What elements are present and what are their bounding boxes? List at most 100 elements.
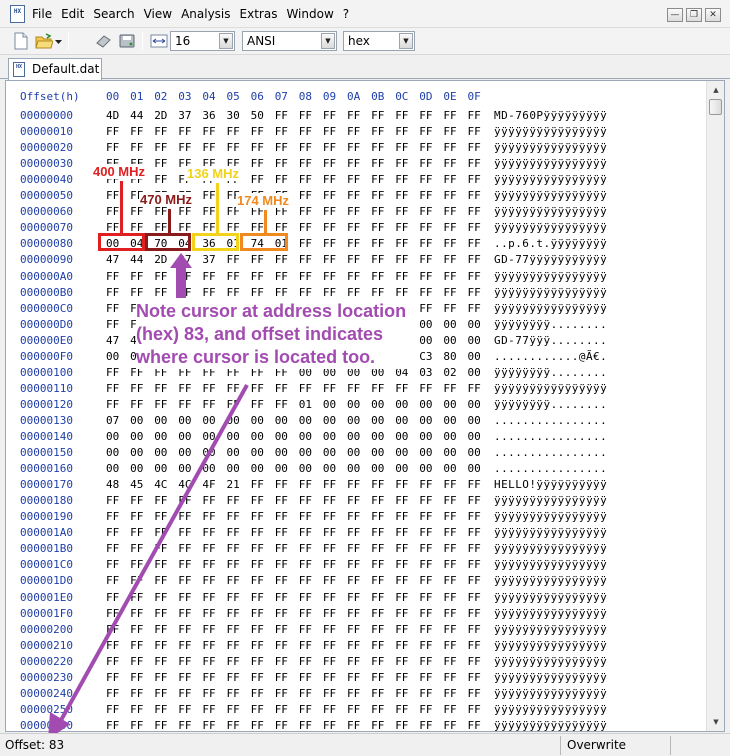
menu-edit[interactable]: Edit bbox=[61, 7, 84, 21]
hex-byte[interactable]: 00 bbox=[130, 429, 143, 445]
hex-byte[interactable]: FF bbox=[227, 204, 240, 220]
hex-byte[interactable]: FF bbox=[347, 541, 360, 557]
hex-byte[interactable]: FF bbox=[419, 252, 432, 268]
ascii-text[interactable]: ÿÿÿÿÿÿÿÿÿÿÿÿÿÿÿÿ bbox=[494, 156, 607, 172]
hex-byte[interactable]: 2D bbox=[154, 252, 167, 268]
hex-byte[interactable]: FF bbox=[275, 509, 288, 525]
hex-byte[interactable]: FF bbox=[371, 718, 384, 731]
hex-byte[interactable]: FF bbox=[154, 172, 167, 188]
ascii-text[interactable]: ÿÿÿÿÿÿÿÿÿÿÿÿÿÿÿÿ bbox=[494, 573, 607, 589]
hex-byte[interactable]: FF bbox=[106, 718, 119, 731]
hex-byte[interactable]: FF bbox=[202, 269, 215, 285]
hex-byte[interactable]: 00 bbox=[371, 429, 384, 445]
hex-row[interactable]: 000000A0 FF FF FF FF FF FF FF FF FF FF FF FF FF FF FF FF… bbox=[6, 269, 706, 285]
hex-byte[interactable]: FF bbox=[251, 140, 264, 156]
hex-row[interactable]: 000001A0 FF FF FF FF FF FF FF FF FF FF FF FF FF FF FF FF… bbox=[6, 525, 706, 541]
hex-byte[interactable]: FF bbox=[154, 702, 167, 718]
hex-byte[interactable]: FF bbox=[130, 397, 143, 413]
hex-byte[interactable]: 50 bbox=[251, 108, 264, 124]
hex-byte[interactable]: FF bbox=[106, 638, 119, 654]
hex-byte[interactable]: FF bbox=[106, 573, 119, 589]
hex-row[interactable]: 00000010 FF FF FF FF FF FF FF FF FF FF FF FF FF FF FF FF… bbox=[6, 124, 706, 140]
hex-byte[interactable]: 00 bbox=[275, 445, 288, 461]
hex-byte[interactable]: FF bbox=[227, 156, 240, 172]
ascii-text[interactable]: ................ bbox=[494, 445, 607, 461]
hex-byte[interactable]: FF bbox=[371, 541, 384, 557]
hex-byte[interactable]: FF bbox=[106, 702, 119, 718]
hex-byte[interactable]: FF bbox=[371, 493, 384, 509]
hex-row[interactable]: 00000090 47 44 2D 37 37 FF FF FF FF FF FF FF FF FF FF FF… bbox=[6, 252, 706, 268]
hex-byte[interactable]: FF bbox=[251, 269, 264, 285]
hex-byte[interactable]: FF bbox=[395, 381, 408, 397]
hex-byte[interactable]: FF bbox=[323, 590, 336, 606]
ascii-text[interactable]: ÿÿÿÿÿÿÿÿÿÿÿÿÿÿÿÿ bbox=[494, 124, 607, 140]
hex-byte[interactable]: FF bbox=[275, 124, 288, 140]
hex-byte[interactable]: 36 bbox=[202, 108, 215, 124]
hex-byte[interactable]: FF bbox=[130, 365, 143, 381]
hex-byte[interactable]: 04 bbox=[178, 236, 191, 252]
hex-row[interactable]: 00000220 FF FF FF FF FF FF FF FF FF FF FF FF FF FF FF FF… bbox=[6, 654, 706, 670]
hex-byte[interactable]: FF bbox=[251, 333, 264, 349]
hex-byte[interactable]: FF bbox=[299, 301, 312, 317]
hex-byte[interactable]: FF bbox=[275, 204, 288, 220]
scroll-up-icon[interactable]: ▲ bbox=[708, 82, 724, 98]
hex-byte[interactable]: FF bbox=[130, 317, 143, 333]
hex-byte[interactable]: FF bbox=[251, 124, 264, 140]
hex-byte[interactable]: FF bbox=[202, 638, 215, 654]
hex-byte[interactable]: 00 bbox=[323, 429, 336, 445]
hex-byte[interactable]: 30 bbox=[227, 108, 240, 124]
hex-byte[interactable]: FF bbox=[130, 670, 143, 686]
hex-byte[interactable]: 37 bbox=[202, 252, 215, 268]
hex-byte[interactable]: FF bbox=[106, 204, 119, 220]
hex-byte[interactable]: FF bbox=[468, 477, 481, 493]
hex-byte[interactable]: FF bbox=[178, 156, 191, 172]
hex-byte[interactable]: FF bbox=[419, 525, 432, 541]
ascii-text[interactable]: MD-760Pÿÿÿÿÿÿÿÿÿ bbox=[494, 108, 607, 124]
hex-row[interactable]: 000001F0 FF FF FF FF FF FF FF FF FF FF FF FF FF FF FF FF… bbox=[6, 606, 706, 622]
hex-byte[interactable]: FF bbox=[371, 204, 384, 220]
hex-byte[interactable]: FF bbox=[419, 108, 432, 124]
hex-byte[interactable]: FF bbox=[468, 381, 481, 397]
hex-byte[interactable]: 01 bbox=[299, 397, 312, 413]
hex-byte[interactable]: FF bbox=[323, 285, 336, 301]
hex-byte[interactable]: FF bbox=[419, 269, 432, 285]
hex-byte[interactable]: 00 bbox=[371, 349, 384, 365]
hex-byte[interactable]: FF bbox=[154, 557, 167, 573]
hex-byte[interactable]: FF bbox=[106, 493, 119, 509]
hex-byte[interactable]: FF bbox=[130, 525, 143, 541]
hex-byte[interactable]: FF bbox=[178, 317, 191, 333]
hex-byte[interactable]: FF bbox=[202, 140, 215, 156]
hex-byte[interactable]: FF bbox=[251, 541, 264, 557]
hex-byte[interactable]: FF bbox=[395, 172, 408, 188]
hex-byte[interactable]: FF bbox=[227, 188, 240, 204]
hex-byte[interactable]: FF bbox=[106, 622, 119, 638]
hex-byte[interactable]: FF bbox=[299, 654, 312, 670]
hex-byte[interactable]: 37 bbox=[178, 252, 191, 268]
hex-byte[interactable]: FF bbox=[251, 670, 264, 686]
hex-byte[interactable]: FF bbox=[395, 606, 408, 622]
hex-byte[interactable]: FF bbox=[371, 124, 384, 140]
hex-byte[interactable]: FF bbox=[178, 509, 191, 525]
ascii-text[interactable]: ÿÿÿÿÿÿÿÿÿÿÿÿÿÿÿÿ bbox=[494, 285, 607, 301]
hex-byte[interactable]: 00 bbox=[130, 445, 143, 461]
hex-byte[interactable]: FF bbox=[106, 365, 119, 381]
hex-byte[interactable]: FF bbox=[275, 365, 288, 381]
hex-byte[interactable]: FF bbox=[154, 317, 167, 333]
hex-byte[interactable]: FF bbox=[130, 381, 143, 397]
hex-byte[interactable]: FF bbox=[443, 285, 456, 301]
hex-byte[interactable]: FF bbox=[178, 718, 191, 731]
hex-byte[interactable]: FF bbox=[130, 638, 143, 654]
ascii-text[interactable]: ................ bbox=[494, 413, 607, 429]
hex-byte[interactable]: FF bbox=[395, 301, 408, 317]
hex-byte[interactable]: FF bbox=[323, 140, 336, 156]
menu-extras[interactable]: Extras bbox=[240, 7, 278, 21]
hex-byte[interactable]: FF bbox=[154, 204, 167, 220]
hex-byte[interactable]: FF bbox=[347, 718, 360, 731]
hex-byte[interactable]: FF bbox=[443, 702, 456, 718]
hex-byte[interactable]: FF bbox=[419, 172, 432, 188]
hex-byte[interactable]: FF bbox=[323, 670, 336, 686]
hex-byte[interactable]: 01 bbox=[275, 236, 288, 252]
hex-byte[interactable]: FF bbox=[323, 718, 336, 731]
hex-byte[interactable]: FF bbox=[227, 590, 240, 606]
hex-byte[interactable]: FF bbox=[395, 622, 408, 638]
